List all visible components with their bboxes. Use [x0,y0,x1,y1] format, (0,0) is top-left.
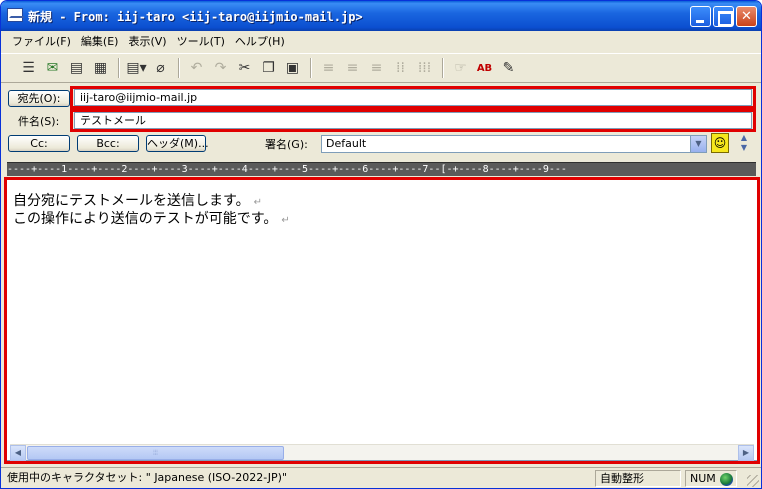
chevron-down-icon[interactable]: ▼ [690,136,706,152]
wrap-status: 自動整形 [595,470,681,487]
menu-file[interactable]: ファイル(F) [7,33,76,49]
copy-icon[interactable]: ❐ [257,57,280,79]
bcc-button[interactable]: Bcc: [77,135,139,152]
compose-window: 新規 - From: iij-taro <iij-taro@iijmio-mai… [0,0,762,489]
menu-bar: ファイル(F) 編集(E) 表示(V) ツール(T) ヘルプ(H) [1,31,761,51]
menu-help[interactable]: ヘルプ(H) [230,33,290,49]
signature-value: Default [326,137,367,150]
line-end-icon: ↵ [281,215,290,226]
hand-icon[interactable]: ☞ [449,57,472,79]
minimize-button[interactable] [690,6,711,27]
send-icon[interactable]: ✉ [41,57,64,79]
subject-field[interactable]: テストメール [74,112,752,129]
cut-icon[interactable]: ✂ [233,57,256,79]
format-icon[interactable]: ▤▾ [125,57,148,79]
menu-view[interactable]: 表示(V) [123,33,171,49]
draft-icon[interactable]: ▤ [65,57,88,79]
scroll-left-icon[interactable]: ◀ [10,445,26,461]
body-line: この操作により送信のテストが可能です。 ↵ [13,211,290,227]
line-end-icon: ↵ [253,197,262,208]
align-left-icon[interactable]: ≡ [317,57,340,79]
mail-icon [7,8,25,22]
redo-icon[interactable]: ↷ [209,57,232,79]
close-button[interactable]: ✕ [736,6,757,27]
headers-button[interactable]: ヘッダ(M)... [146,135,209,152]
menu-edit[interactable]: 編集(E) [76,33,124,49]
cc-button[interactable]: Cc: [8,135,70,152]
signature-select[interactable]: Default ▼ [321,135,707,153]
align-right-icon[interactable]: ≡ [365,57,388,79]
message-body[interactable]: 自分宛にテストメールを送信します。 ↵ この操作により送信のテストが可能です。 ↵ … [6,179,758,461]
paste-icon[interactable]: ▣ [281,57,304,79]
toolbar: ☰ ✉ ▤ ▦ ▤▾ ⌀ ↶ ↷ ✂ ❐ ▣ ≡ ≡ ≡ ⁞⁞ ⁞⁞⁞ ☞ AB… [1,53,761,83]
align-center-icon[interactable]: ≡ [341,57,364,79]
spin-arrows-icon[interactable]: ▲ ▼ [738,133,750,153]
maximize-button[interactable] [713,6,734,27]
status-bar: 使用中のキャラクタセット: " Japanese (ISO-2022-JP)" … [1,467,761,488]
attach-icon[interactable]: ⌀ [149,57,172,79]
resize-grip[interactable] [747,475,759,487]
indent-icon[interactable]: ⁞⁞ [389,57,412,79]
address-book-icon[interactable]: ☰ [17,57,40,79]
window-title: 新規 - From: iij-taro <iij-taro@iijmio-mai… [28,10,363,24]
horizontal-scrollbar[interactable]: ◀ ⦙⦙⦙ ▶ [10,444,754,461]
to-field[interactable]: iij-taro@iijmio-mail.jp [74,89,752,106]
scroll-right-icon[interactable]: ▶ [738,445,754,461]
template-icon[interactable]: ▦ [89,57,112,79]
edit-icon[interactable]: ✎ [497,57,520,79]
ruler: ----+----1----+----2----+----3----+----4… [7,162,756,176]
title-bar[interactable]: 新規 - From: iij-taro <iij-taro@iijmio-mai… [1,1,761,31]
undo-icon[interactable]: ↶ [185,57,208,79]
subject-label: 件名(S): [18,115,60,128]
signature-label: 署名(G): [265,138,308,151]
charset-status: 使用中のキャラクタセット: " Japanese (ISO-2022-JP)" [7,471,288,484]
scroll-thumb[interactable]: ⦙⦙⦙ [27,446,284,460]
num-indicator: NUM [685,470,737,487]
spellcheck-icon[interactable]: AB [473,57,496,79]
to-button[interactable]: 宛先(O): [8,90,70,107]
outdent-icon[interactable]: ⁞⁞⁞ [413,57,436,79]
body-line: 自分宛にテストメールを送信します。 ↵ [13,193,262,209]
menu-tools[interactable]: ツール(T) [172,33,230,49]
smiley-icon[interactable]: ☺ [711,133,729,153]
globe-icon [719,472,733,486]
